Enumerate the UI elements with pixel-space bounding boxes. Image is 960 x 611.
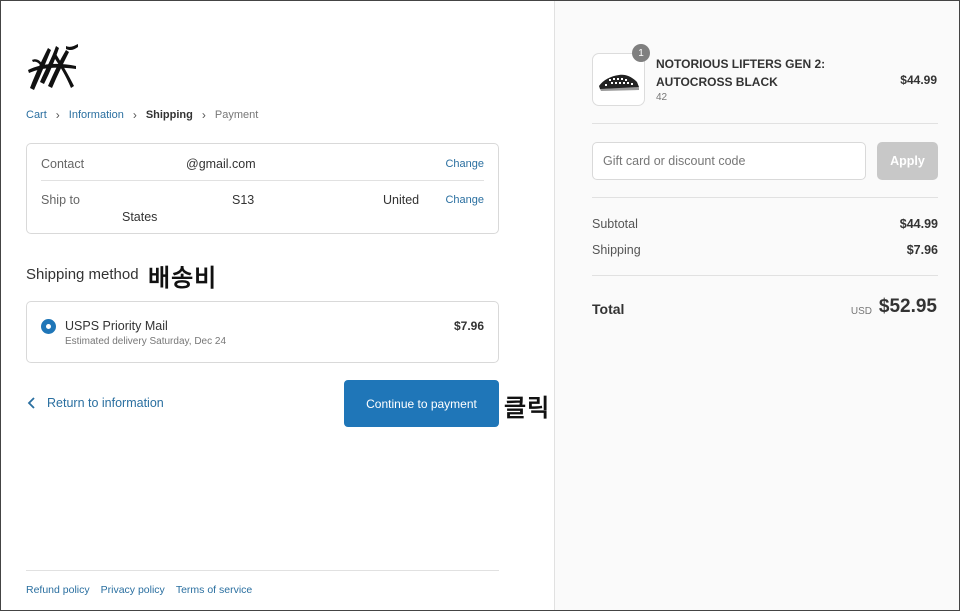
breadcrumb-information-link[interactable]: Information bbox=[69, 109, 124, 121]
shipping-method-title: Shipping method bbox=[26, 266, 139, 283]
chevron-right-icon: › bbox=[55, 108, 60, 122]
order-summary-sidebar: 1 NOTORIOUS LIFTERS GEN 2: AUTOCROSS BLA… bbox=[554, 0, 960, 611]
product-price: $44.99 bbox=[900, 73, 937, 87]
sidebar-divider bbox=[592, 275, 938, 276]
radio-selected-icon[interactable] bbox=[41, 319, 56, 334]
ship-to-country-rest: States bbox=[122, 210, 158, 224]
chevron-left-icon bbox=[27, 397, 35, 409]
review-divider bbox=[41, 180, 484, 181]
shipping-option-price: $7.96 bbox=[453, 319, 484, 333]
total-value: $52.95 bbox=[878, 296, 937, 317]
shipping-value: $7.96 bbox=[906, 243, 938, 257]
checkout-main: Cart › Information › Shipping › Payment … bbox=[0, 0, 554, 611]
discount-code-input[interactable] bbox=[592, 142, 866, 180]
chevron-right-icon: › bbox=[132, 108, 137, 122]
subtotal-label: Subtotal bbox=[592, 217, 638, 231]
change-contact-link[interactable]: Change bbox=[445, 158, 484, 170]
contact-label: Contact bbox=[41, 157, 85, 171]
terms-of-service-link[interactable]: Terms of service bbox=[176, 584, 252, 596]
review-block: Contact @gmail.com Change Ship to S13 Un… bbox=[26, 143, 499, 234]
return-to-information-link[interactable]: Return to information bbox=[26, 396, 164, 410]
shipping-label: Shipping bbox=[592, 243, 641, 257]
refund-policy-link[interactable]: Refund policy bbox=[26, 584, 90, 596]
shipping-option-usps[interactable]: USPS Priority Mail Estimated delivery Sa… bbox=[26, 301, 499, 363]
ship-to-country-part: United bbox=[383, 193, 420, 207]
sidebar-divider bbox=[592, 123, 938, 124]
shipping-fee-annotation: 배송비 bbox=[148, 264, 218, 292]
brand-logo-icon[interactable] bbox=[26, 42, 80, 94]
total-label: Total bbox=[592, 301, 625, 317]
quantity-badge: 1 bbox=[632, 44, 650, 62]
change-ship-to-link[interactable]: Change bbox=[445, 194, 484, 206]
click-annotation: 클릭 bbox=[504, 394, 551, 422]
chevron-right-icon: › bbox=[201, 108, 206, 122]
breadcrumb-payment: Payment bbox=[214, 109, 259, 121]
subtotal-value: $44.99 bbox=[899, 217, 938, 231]
continue-to-payment-button[interactable]: Continue to payment bbox=[344, 380, 499, 427]
sidebar-divider bbox=[592, 197, 938, 198]
breadcrumb-cart-link[interactable]: Cart bbox=[26, 109, 47, 121]
footer-links: Refund policy Privacy policy Terms of se… bbox=[26, 584, 263, 596]
ship-to-label: Ship to bbox=[41, 193, 80, 207]
ship-to-address-part: S13 bbox=[232, 193, 255, 207]
return-to-information-label: Return to information bbox=[47, 396, 164, 410]
shipping-option-detail: Estimated delivery Saturday, Dec 24 bbox=[65, 336, 227, 347]
product-name: NOTORIOUS LIFTERS GEN 2: AUTOCROSS BLACK bbox=[656, 57, 826, 89]
privacy-policy-link[interactable]: Privacy policy bbox=[101, 584, 165, 596]
product-variant: 42 bbox=[656, 92, 668, 103]
breadcrumb: Cart › Information › Shipping › Payment bbox=[26, 108, 258, 122]
contact-value: @gmail.com bbox=[186, 157, 256, 171]
total-currency: USD bbox=[850, 306, 872, 317]
breadcrumb-shipping-current: Shipping bbox=[145, 109, 193, 121]
shipping-option-name: USPS Priority Mail bbox=[65, 319, 168, 333]
footer-divider bbox=[26, 570, 499, 571]
apply-discount-button[interactable]: Apply bbox=[877, 142, 938, 180]
